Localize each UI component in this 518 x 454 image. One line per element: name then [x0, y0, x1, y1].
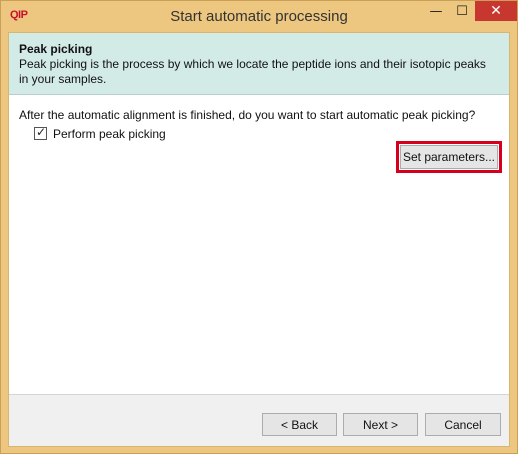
dialog-window: QIP Start automatic processing — ☐ ✕ Pea… [0, 0, 518, 454]
close-button[interactable]: ✕ [475, 1, 517, 21]
step-description: Peak picking is the process by which we … [19, 57, 486, 86]
title-bar[interactable]: QIP Start automatic processing — ☐ ✕ [1, 1, 517, 32]
dialog-footer: < Back Next > Cancel [9, 394, 509, 446]
checkmark-icon: ✓ [36, 125, 47, 139]
back-button[interactable]: < Back [262, 413, 337, 436]
dialog-content: Peak picking Peak picking is the process… [8, 32, 510, 447]
cancel-button[interactable]: Cancel [425, 413, 501, 436]
perform-peak-picking-label[interactable]: Perform peak picking [53, 127, 166, 141]
maximize-button[interactable]: ☐ [449, 1, 475, 21]
step-title: Peak picking [19, 42, 93, 56]
step-header: Peak picking Peak picking is the process… [9, 33, 509, 95]
perform-peak-picking-checkbox[interactable]: ✓ [34, 125, 47, 140]
peak-picking-question: After the automatic alignment is finishe… [19, 108, 476, 122]
set-parameters-button[interactable]: Set parameters... [400, 145, 498, 169]
next-button[interactable]: Next > [343, 413, 418, 436]
minimize-button[interactable]: — [423, 1, 449, 21]
